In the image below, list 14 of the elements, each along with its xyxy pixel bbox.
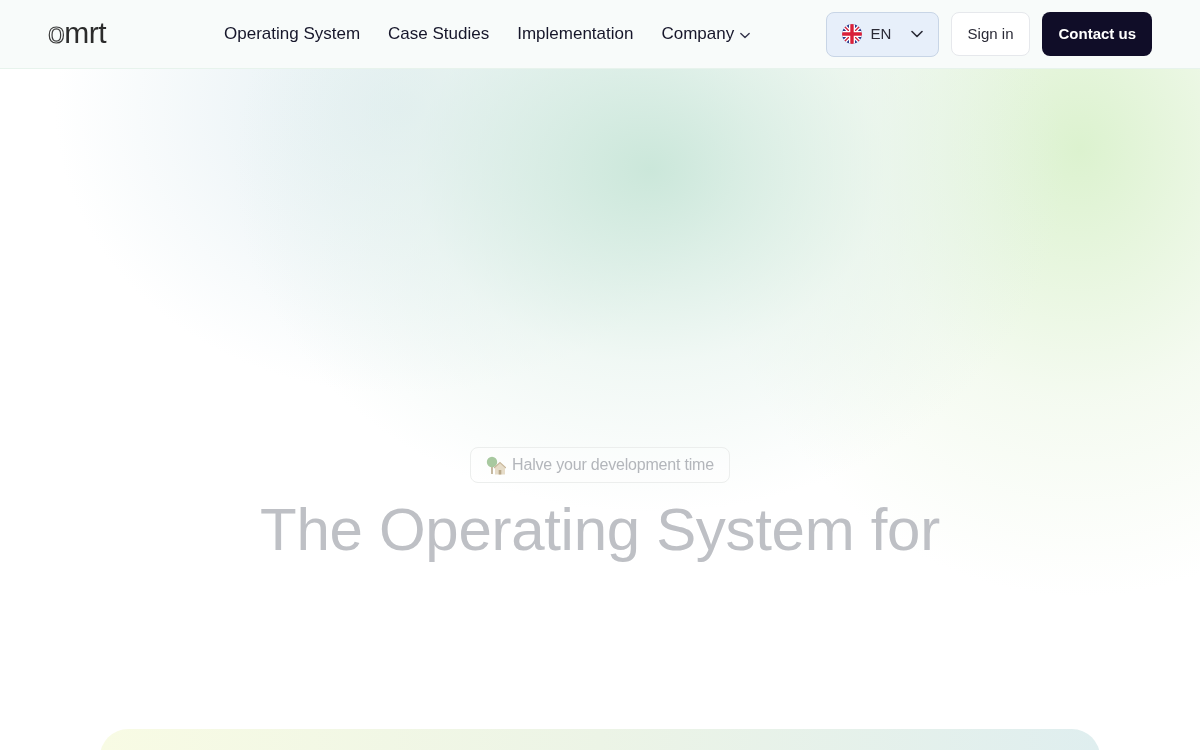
house-tree-icon <box>486 455 507 475</box>
chevron-down-icon <box>740 31 751 39</box>
nav-link[interactable]: Implementation <box>517 21 634 47</box>
flag-icon <box>841 24 862 44</box>
nav-dropdown[interactable]: Company <box>661 21 751 47</box>
badge-text: Halve your development time <box>512 455 714 475</box>
nav-link[interactable]: Operating System <box>224 21 361 47</box>
chevron-down-icon <box>910 30 923 38</box>
language-select[interactable]: EN <box>825 11 939 57</box>
contact-button[interactable]: Contact us <box>1042 12 1152 56</box>
logo[interactable]: omrt <box>48 18 106 50</box>
nav-link[interactable]: Case Studies <box>388 21 490 47</box>
hero-headline: The Operating System for <box>260 497 940 563</box>
sign-in-button[interactable]: Sign in <box>950 12 1031 56</box>
